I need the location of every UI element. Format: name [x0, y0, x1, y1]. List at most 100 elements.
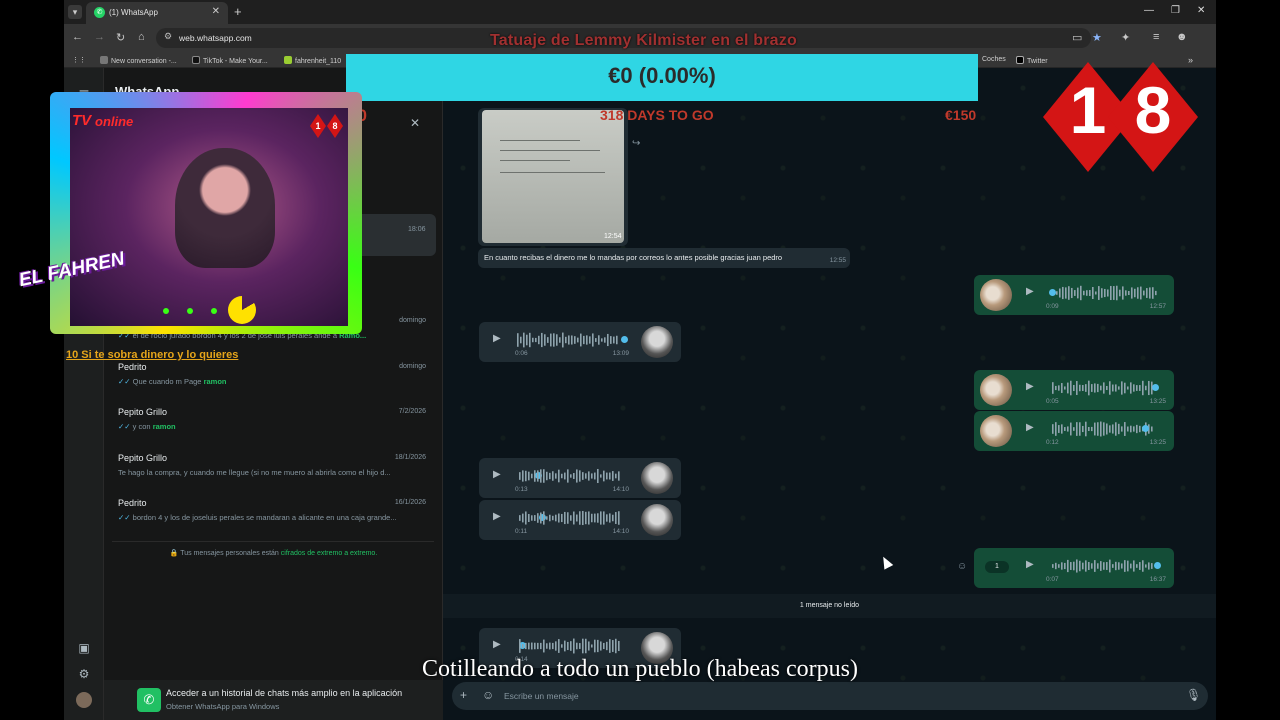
playback-handle[interactable]: [1154, 562, 1161, 569]
list-item[interactable]: Pedrito domingo ✓✓ Que cuando m Page ram…: [112, 362, 434, 406]
message-input[interactable]: Escribe un mensaje: [504, 691, 579, 701]
pacman-icon: [228, 296, 256, 324]
voice-message[interactable]: ▶ 0:09 12:57: [974, 275, 1174, 315]
emoji-icon[interactable]: ☺: [482, 688, 494, 702]
play-icon[interactable]: ▶: [493, 333, 501, 344]
bookmark-item[interactable]: Coches: [982, 56, 1006, 63]
waveform: [519, 468, 620, 484]
forward-icon[interactable]: ↪: [632, 138, 640, 149]
react-emoji-icon[interactable]: ☺: [957, 561, 967, 572]
play-icon[interactable]: ▶: [1026, 286, 1034, 297]
waveform-bar: [549, 642, 551, 650]
media-gallery-icon[interactable]: ▣: [77, 641, 91, 655]
document-photo[interactable]: [482, 110, 624, 243]
list-item[interactable]: Pedrito 16/1/2026 ✓✓ bordon 4 y los de j…: [112, 498, 434, 542]
waveform: [517, 332, 618, 348]
waveform-bar: [547, 337, 549, 343]
chat-preview: Te hago la compra, y cuando me llegue (s…: [118, 468, 391, 477]
chat-date: 18/1/2026: [394, 454, 426, 461]
waveform-bar: [1076, 559, 1078, 573]
forward-icon[interactable]: →: [94, 31, 105, 43]
waveform-bar: [552, 515, 554, 521]
microphone-icon[interactable]: 🎙: [1186, 688, 1201, 702]
play-icon[interactable]: ▶: [493, 469, 501, 480]
playback-handle[interactable]: [621, 336, 628, 343]
playback-handle[interactable]: [1049, 289, 1056, 296]
waveform-bar: [1088, 427, 1090, 431]
voice-message[interactable]: ▶ 0:12 13:25: [974, 411, 1174, 451]
play-icon[interactable]: ▶: [493, 511, 501, 522]
maximize-icon[interactable]: ❐: [1171, 5, 1180, 16]
waveform-bar: [522, 513, 524, 523]
waveform-bar: [579, 643, 581, 649]
play-icon[interactable]: ▶: [1026, 559, 1034, 570]
bookmark-item[interactable]: New conversation -...: [100, 56, 177, 65]
waveform-bar: [522, 470, 524, 482]
waveform-bar: [564, 472, 566, 480]
reload-icon[interactable]: ↻: [116, 31, 125, 44]
install-app-icon[interactable]: ▭: [1072, 31, 1082, 44]
waveform-bar: [1074, 290, 1076, 296]
voice-duration: 0:09: [1046, 303, 1059, 310]
playback-handle[interactable]: [1142, 425, 1149, 432]
play-icon[interactable]: ▶: [1026, 422, 1034, 433]
list-item[interactable]: Pepito Grillo 18/1/2026 Te hago la compr…: [112, 453, 434, 497]
waveform-bar: [564, 640, 566, 652]
play-icon[interactable]: ▶: [493, 639, 501, 650]
encryption-link[interactable]: cifrados de extremo a extremo.: [281, 550, 378, 557]
message-time: 14:10: [612, 486, 629, 493]
banner-subtitle[interactable]: Obtener WhatsApp para Windows: [166, 702, 279, 711]
playback-handle[interactable]: [1152, 384, 1159, 391]
cam-label-online: online: [95, 114, 134, 129]
waveform-bar: [604, 337, 606, 343]
waveform-bar: [1070, 562, 1072, 570]
home-icon[interactable]: ⌂: [138, 31, 145, 43]
play-icon[interactable]: ▶: [1026, 381, 1034, 392]
bookmark-item[interactable]: fahrenheit_110: [284, 56, 341, 65]
new-tab-icon[interactable]: +: [234, 4, 242, 19]
waveform-bar: [616, 335, 618, 345]
media-icon[interactable]: ≡: [1153, 31, 1159, 43]
extensions-icon[interactable]: ✦: [1121, 31, 1130, 44]
back-icon[interactable]: ←: [72, 31, 83, 43]
apps-icon[interactable]: ⋮⋮: [72, 56, 86, 64]
site-settings-icon[interactable]: ⚙: [164, 31, 172, 42]
clear-search-icon[interactable]: ✕: [410, 116, 420, 130]
attach-plus-icon[interactable]: +: [460, 688, 467, 702]
avatar[interactable]: [76, 692, 92, 708]
banner-title[interactable]: Acceder a un historial de chats más ampl…: [166, 688, 402, 698]
waveform-bar: [615, 638, 617, 654]
waveform-bar: [552, 471, 554, 481]
close-window-icon[interactable]: ✕: [1197, 5, 1205, 16]
voice-message[interactable]: ▶ 0:13 14:10: [479, 458, 681, 498]
close-tab-icon[interactable]: ✕: [212, 6, 220, 17]
waveform-bar: [609, 472, 611, 480]
waveform-bar: [1088, 380, 1090, 396]
waveform-bar: [1146, 288, 1148, 298]
waveform-bar: [541, 332, 543, 348]
minimize-icon[interactable]: —: [1144, 5, 1154, 16]
list-item[interactable]: [350, 214, 436, 256]
text-message[interactable]: En cuanto recibas el dinero me lo mandas…: [478, 248, 850, 268]
tab-search-icon[interactable]: ▾: [68, 5, 82, 19]
message-text: En cuanto recibas el dinero me lo mandas…: [484, 253, 783, 262]
profile-icon[interactable]: ☻: [1176, 31, 1188, 43]
waveform-bar: [1130, 425, 1132, 433]
progress-text: €0 (0.00%): [608, 63, 716, 88]
waveform: [1052, 380, 1153, 396]
bookmark-item[interactable]: TikTok - Make Your...: [192, 56, 268, 65]
browser-tab-whatsapp[interactable]: ✆ (1) WhatsApp ✕: [86, 2, 228, 24]
waveform-bar: [609, 639, 611, 653]
voice-message[interactable]: ▶ 0:11 14:10: [479, 500, 681, 540]
bookmark-star-icon[interactable]: ★: [1092, 31, 1102, 44]
waveform-bar: [597, 513, 599, 523]
waveform-bar: [594, 472, 596, 480]
pellet-icon: [187, 308, 193, 314]
waveform-bar: [549, 472, 551, 480]
list-item[interactable]: Pepito Grillo 7/2/2026 ✓✓ y con ramon: [112, 407, 434, 451]
waveform-bar: [1109, 559, 1111, 573]
voice-message[interactable]: ▶ 0:06 13:09: [479, 322, 681, 362]
waveform-bar: [1100, 385, 1102, 391]
playback-speed-button[interactable]: 1: [985, 561, 1009, 573]
voice-message[interactable]: ▶ 0:05 13:25: [974, 370, 1174, 410]
